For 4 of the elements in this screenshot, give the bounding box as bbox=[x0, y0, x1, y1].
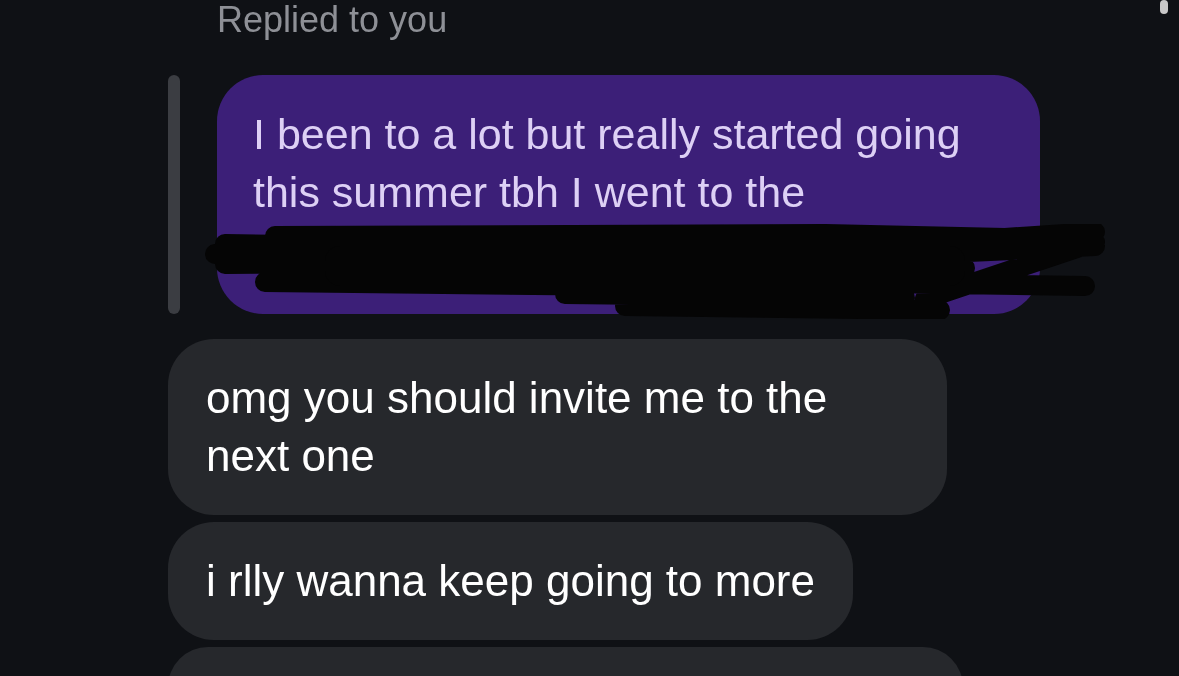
message-bubble: i rlly wanna keep going to more bbox=[168, 522, 853, 640]
reply-label: Replied to you bbox=[217, 0, 448, 40]
message-bubble: omg you should invite me to the next one bbox=[168, 339, 947, 515]
scrollbar bbox=[1160, 0, 1168, 14]
